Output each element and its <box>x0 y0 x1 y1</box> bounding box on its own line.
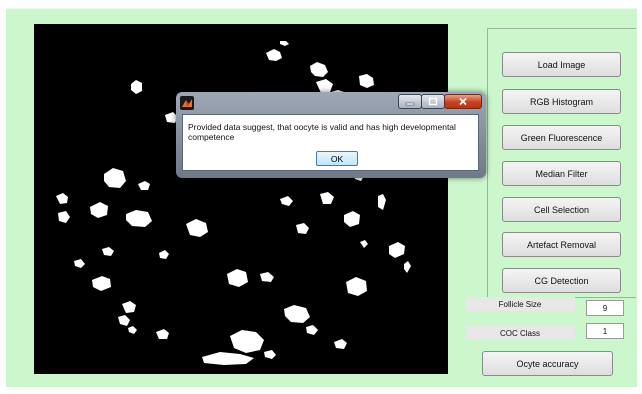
cell-blob <box>344 211 360 227</box>
cell-blob <box>389 242 405 258</box>
rgb-histogram-button[interactable]: RGB Histogram <box>502 89 621 114</box>
cell-blob <box>264 350 276 359</box>
cell-blob <box>186 219 208 237</box>
cell-blob <box>378 194 386 210</box>
cell-blob <box>334 339 347 349</box>
cell-blob <box>56 193 68 204</box>
cell-blob <box>156 329 169 339</box>
cell-blob <box>104 168 126 188</box>
image-axes <box>34 24 448 374</box>
coc-class-label: COC Class <box>465 326 575 340</box>
cell-blob <box>102 247 114 256</box>
cell-blob <box>280 41 289 46</box>
cell-blob <box>404 261 411 273</box>
segmented-image <box>56 41 411 365</box>
oocyte-accuracy-button[interactable]: Ocyte accuracy <box>482 351 613 376</box>
matlab-icon <box>180 96 194 110</box>
cell-blob <box>74 259 85 268</box>
coc-class-field[interactable]: 1 <box>586 323 624 339</box>
cell-blob <box>126 210 152 227</box>
cell-blob <box>316 79 333 93</box>
follicle-size-field[interactable]: 9 <box>586 300 624 316</box>
close-icon <box>459 97 467 106</box>
cell-blob <box>92 276 111 291</box>
cg-detection-button[interactable]: CG Detection <box>502 268 621 293</box>
cell-blob <box>360 240 368 248</box>
gui-figure: Load Image RGB Histogram Green Fluoresce… <box>6 8 637 387</box>
dialog-message: Provided data suggest, that oocyte is va… <box>188 122 456 142</box>
cell-blob <box>159 250 169 259</box>
cell-blob <box>58 211 70 223</box>
load-image-button[interactable]: Load Image <box>502 52 621 77</box>
dialog-title-bar[interactable] <box>176 92 486 114</box>
cell-selection-button[interactable]: Cell Selection <box>502 197 621 222</box>
cell-blob <box>280 196 293 206</box>
message-dialog: Provided data suggest, that oocyte is va… <box>176 92 486 178</box>
cell-blob <box>128 326 137 334</box>
cell-blob <box>260 272 274 282</box>
maximize-button[interactable] <box>421 94 445 109</box>
cell-blob <box>122 301 136 313</box>
cell-blob <box>310 62 328 77</box>
green-fluorescence-button[interactable]: Green Fluorescence <box>502 125 621 150</box>
cell-blob <box>346 277 367 296</box>
cell-blob <box>90 202 108 218</box>
artefact-removal-button[interactable]: Artefact Removal <box>502 232 621 257</box>
follicle-size-label: Follicle Size <box>465 297 575 311</box>
button-panel: Load Image RGB Histogram Green Fluoresce… <box>487 28 636 298</box>
cell-blob <box>284 305 310 323</box>
cell-blob <box>359 74 374 88</box>
minimize-button[interactable] <box>398 94 422 109</box>
cell-blob <box>230 330 264 353</box>
cell-blob <box>138 181 150 190</box>
cell-blob <box>296 223 309 234</box>
cell-blob <box>118 315 130 326</box>
cell-blob <box>306 325 318 335</box>
cell-blob <box>227 269 248 287</box>
cell-blob <box>320 192 334 204</box>
maximize-icon <box>428 97 438 106</box>
app-window: Load Image RGB Histogram Green Fluoresce… <box>0 0 642 394</box>
close-button[interactable] <box>444 94 482 109</box>
median-filter-button[interactable]: Median Filter <box>502 161 621 186</box>
cell-blob <box>266 49 282 61</box>
cell-blob <box>131 80 142 94</box>
cell-blob <box>202 352 254 365</box>
ok-button[interactable]: OK <box>316 151 358 166</box>
dialog-body: Provided data suggest, that oocyte is va… <box>182 114 479 171</box>
minimize-icon <box>405 102 415 105</box>
